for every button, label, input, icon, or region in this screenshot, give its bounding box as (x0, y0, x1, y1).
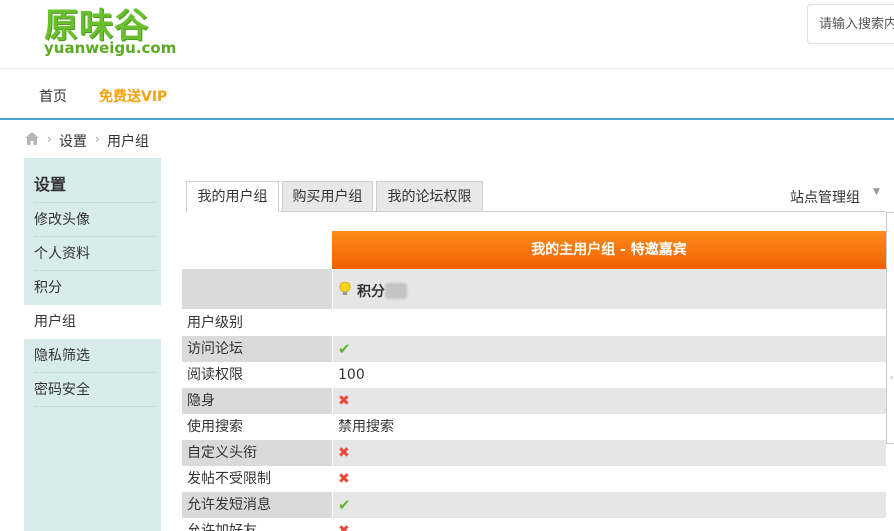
home-icon[interactable] (25, 132, 39, 145)
sidebar-item-usergroup[interactable]: 用户组 (24, 305, 161, 339)
table-row: 允许加好友 ✖ (182, 518, 886, 531)
table-row: 自定义头衔 ✖ (182, 440, 886, 466)
logo-domain: yuanweigu.com (44, 39, 177, 57)
permission-label: 发帖不受限制 (187, 471, 271, 487)
site-logo[interactable]: 原味谷 yuanweigu.com (44, 0, 177, 60)
table-row: 使用搜索 禁用搜索 (182, 414, 886, 440)
search-box (807, 4, 894, 44)
permission-value: ✖ (332, 466, 886, 492)
permission-value (332, 310, 886, 336)
sidebar-item-password[interactable]: 密码安全 (24, 373, 161, 407)
cross-icon: ✖ (338, 471, 350, 487)
permission-label: 允许发短消息 (182, 492, 332, 518)
lightbulb-icon (339, 282, 351, 295)
table-row: 允许发短消息 ✔ (182, 492, 886, 518)
permission-label: 用户级别 (187, 315, 243, 331)
permission-value: ✔ (332, 336, 886, 362)
settings-sidebar: 设置 修改头像 个人资料 积分 用户组 隐私筛选 密码安全 (24, 158, 161, 531)
table-row: 访问论坛 ✔ (182, 336, 886, 362)
permission-label: 访问论坛 (182, 336, 332, 362)
main-usergroup-header: 我的主用户组 - 特邀嘉宾 (332, 231, 886, 269)
breadcrumb-separator: › (95, 132, 100, 146)
score-label: 积分 (357, 284, 385, 300)
cross-icon: ✖ (338, 523, 350, 531)
permission-value: ✖ (332, 388, 886, 414)
tab-buy-usergroup[interactable]: 购买用户组 (282, 181, 373, 212)
permission-label: 隐身 (182, 388, 332, 414)
sidebar-item-label: 个人资料 (34, 246, 90, 262)
sidebar-item-label: 用户组 (34, 314, 76, 330)
permission-value: ✔ (332, 492, 886, 518)
caret-icon: › (890, 373, 894, 382)
permission-value: 100 (332, 362, 886, 388)
check-icon: ✔ (338, 340, 351, 358)
nav-vip-link[interactable]: 免费送VIP (99, 86, 167, 106)
sidebar-item-privacy[interactable]: 隐私筛选 (24, 339, 161, 373)
check-icon: ✔ (338, 496, 351, 514)
table-row: 阅读权限 100 (182, 362, 886, 388)
table-row: 用户级别 (182, 310, 886, 336)
sidebar-item-profile[interactable]: 个人资料 (24, 237, 161, 271)
site-header: 原味谷 yuanweigu.com (0, 0, 894, 68)
chevron-down-icon[interactable]: ▼ (873, 187, 880, 197)
sidebar-title: 设置 (34, 175, 67, 194)
dropdown-panel: › (886, 212, 894, 444)
permission-value-text: 禁用搜索 (338, 419, 394, 435)
breadcrumb-settings[interactable]: 设置 (59, 131, 87, 151)
breadcrumb-usergroup: 用户组 (107, 134, 149, 150)
permission-value: 禁用搜索 (332, 414, 886, 440)
tab-forum-permissions[interactable]: 我的论坛权限 (376, 181, 483, 212)
sidebar-item-label: 积分 (34, 280, 62, 296)
permission-value: ✖ (332, 518, 886, 531)
table-row: 隐身 ✖ (182, 388, 886, 414)
tab-my-usergroup[interactable]: 我的用户组 (186, 181, 279, 212)
cross-icon: ✖ (338, 445, 350, 461)
search-input[interactable] (808, 5, 894, 43)
cross-icon: ✖ (338, 393, 350, 409)
sidebar-item-avatar[interactable]: 修改头像 (24, 203, 161, 237)
main-nav: 首页 免费送VIP (0, 68, 894, 120)
breadcrumb-separator: › (47, 132, 52, 146)
sidebar-item-label: 密码安全 (34, 382, 90, 398)
sidebar-item-label: 隐私筛选 (34, 348, 90, 364)
table-row: 发帖不受限制 ✖ (182, 466, 886, 492)
permission-label: 使用搜索 (187, 419, 243, 435)
permission-value-text: 100 (338, 367, 365, 383)
permission-value: ✖ (332, 440, 886, 466)
score-value-redacted (385, 283, 407, 299)
score-row-label-cell (182, 269, 332, 309)
breadcrumb: › 设置 › 用户组 (0, 122, 894, 158)
permission-label: 阅读权限 (187, 367, 243, 383)
sidebar-item-label: 修改头像 (34, 212, 90, 228)
permission-label: 允许加好友 (187, 523, 257, 531)
site-admin-dropdown[interactable]: 站点管理组 (790, 187, 860, 207)
sidebar-item-credits[interactable]: 积分 (24, 271, 161, 305)
nav-home-link[interactable]: 首页 (39, 86, 67, 106)
permission-label: 自定义头衔 (182, 440, 332, 466)
score-row: 积分 (332, 269, 886, 309)
